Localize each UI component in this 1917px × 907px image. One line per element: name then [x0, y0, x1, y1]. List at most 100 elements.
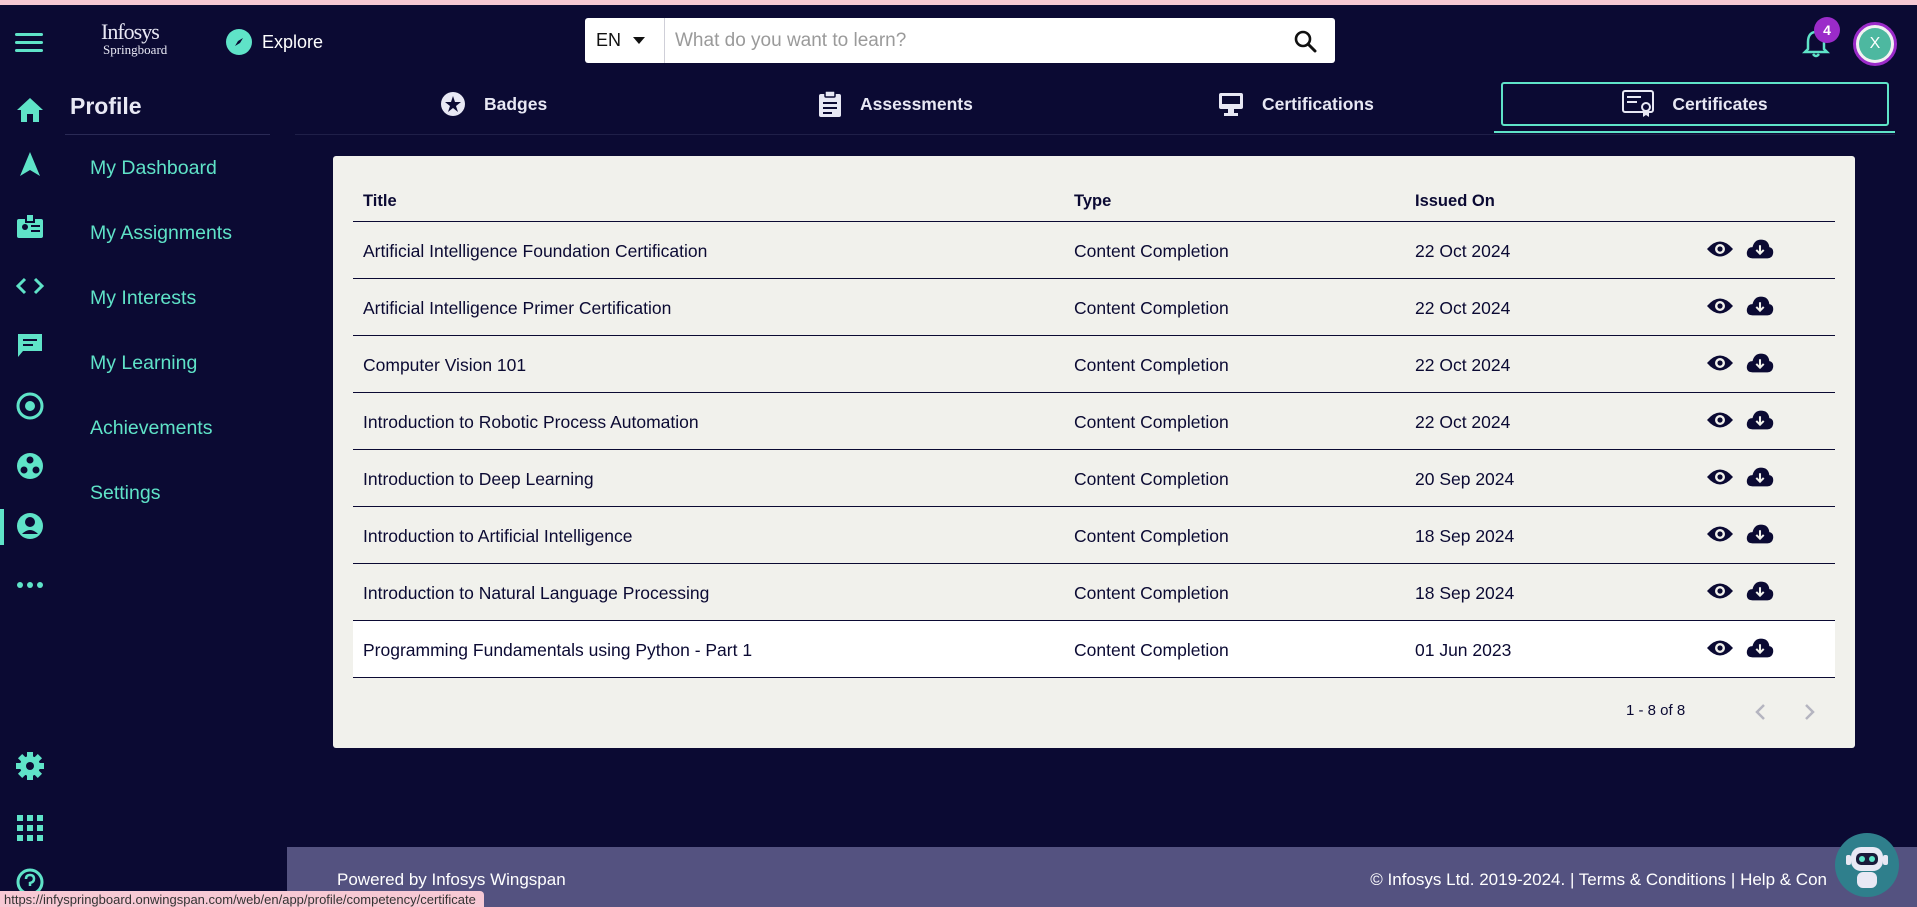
row-actions [1706, 464, 1774, 490]
navigate-icon[interactable] [0, 139, 60, 189]
view-icon[interactable] [1706, 521, 1734, 547]
sidebar-item-my-dashboard[interactable]: My Dashboard [90, 157, 217, 180]
table-row[interactable]: Artificial Intelligence Foundation Certi… [353, 222, 1835, 279]
table-row[interactable]: Introduction to Robotic Process Automati… [353, 393, 1835, 450]
icon-rail [0, 85, 60, 907]
view-icon[interactable] [1706, 236, 1734, 262]
compass-icon [226, 29, 252, 55]
avatar-initial: X [1859, 28, 1891, 60]
explore-label: Explore [262, 31, 324, 52]
column-header-type[interactable]: Type [1074, 192, 1111, 211]
tabs-divider [295, 134, 1895, 135]
download-icon[interactable] [1746, 293, 1774, 319]
download-icon[interactable] [1746, 407, 1774, 433]
badge-icon[interactable] [0, 201, 60, 251]
sidebar-item-my-interests[interactable]: My Interests [90, 287, 196, 310]
row-actions [1706, 236, 1774, 262]
row-type: Content Completion [1074, 241, 1229, 261]
view-icon[interactable] [1706, 578, 1734, 604]
chatbot-icon[interactable] [1835, 833, 1899, 897]
avatar[interactable]: X [1853, 22, 1897, 66]
community-icon[interactable] [0, 441, 60, 491]
download-icon[interactable] [1746, 464, 1774, 490]
column-header-issued-on[interactable]: Issued On [1415, 192, 1495, 211]
row-type: Content Completion [1074, 469, 1229, 489]
menu-icon[interactable] [15, 33, 43, 53]
help-link[interactable]: Help & Con [1740, 870, 1827, 889]
terms-link[interactable]: Terms & Conditions [1579, 870, 1726, 889]
tab-certificates[interactable]: Certificates [1501, 82, 1889, 126]
view-icon[interactable] [1706, 293, 1734, 319]
previous-page-icon[interactable] [1748, 700, 1772, 724]
table-row[interactable]: Computer Vision 101 Content Completion 22 … [353, 336, 1835, 393]
table-row[interactable]: Introduction to Artificial Intelligence C… [353, 507, 1835, 564]
search-input[interactable] [665, 18, 1275, 63]
pagination-range: 1 - 8 of 8 [1626, 702, 1686, 719]
tab-badges[interactable]: Badges [440, 82, 547, 126]
logo-line2: Springboard [103, 42, 168, 57]
row-title[interactable]: Introduction to Natural Language Process… [363, 583, 709, 604]
search-icon[interactable] [1275, 18, 1335, 63]
view-icon[interactable] [1706, 635, 1734, 661]
profile-title: Profile [70, 93, 142, 119]
row-issued-on: 18 Sep 2024 [1415, 583, 1515, 603]
apps-grid-icon[interactable] [0, 803, 60, 853]
settings-icon[interactable] [0, 741, 60, 791]
more-icon[interactable] [0, 560, 60, 610]
copyright-text: © Infosys Ltd. 2019-2024. [1370, 870, 1566, 889]
star-badge-icon [441, 92, 465, 116]
sidebar-item-my-assignments[interactable]: My Assignments [90, 222, 232, 245]
column-header-title[interactable]: Title [363, 192, 397, 211]
active-tab-underline [1494, 131, 1895, 133]
row-type: Content Completion [1074, 583, 1229, 603]
tab-label: Certificates [1672, 93, 1768, 114]
tab-certifications[interactable]: Certifications [1218, 82, 1374, 126]
top-header: Infosys Springboard Explore EN 4 X [0, 5, 1917, 77]
row-type: Content Completion [1074, 526, 1229, 546]
row-title[interactable]: Artificial Intelligence Primer Certifica… [363, 298, 671, 319]
sidebar-item-achievements[interactable]: Achievements [90, 417, 212, 440]
download-icon[interactable] [1746, 521, 1774, 547]
row-actions [1706, 635, 1774, 661]
chat-icon[interactable] [0, 320, 60, 370]
row-title[interactable]: Computer Vision 101 [363, 355, 526, 376]
sidebar-divider [65, 134, 270, 135]
view-icon[interactable] [1706, 407, 1734, 433]
table-header: Title Type Issued On [353, 178, 1835, 222]
explore-button[interactable]: Explore [226, 29, 323, 55]
home-icon[interactable] [0, 85, 60, 135]
tab-assessments[interactable]: Assessments [818, 82, 973, 126]
profile-icon[interactable] [0, 501, 60, 551]
row-title[interactable]: Introduction to Robotic Process Automati… [363, 412, 699, 433]
download-icon[interactable] [1746, 350, 1774, 376]
row-title[interactable]: Programming Fundamentals using Python - … [363, 640, 752, 661]
code-icon[interactable] [0, 261, 60, 311]
table-row[interactable]: Introduction to Natural Language Process… [353, 564, 1835, 621]
download-icon[interactable] [1746, 635, 1774, 661]
download-icon[interactable] [1746, 236, 1774, 262]
row-title[interactable]: Introduction to Artificial Intelligence [363, 526, 632, 547]
row-issued-on: 22 Oct 2024 [1415, 412, 1511, 432]
sidebar-item-my-learning[interactable]: My Learning [90, 352, 197, 375]
chevron-down-icon [633, 36, 646, 44]
tab-label: Assessments [860, 93, 973, 114]
target-icon[interactable] [0, 381, 60, 431]
download-icon[interactable] [1746, 578, 1774, 604]
language-select[interactable]: EN [585, 18, 665, 63]
infosys-springboard-logo[interactable]: Infosys Springboard [101, 21, 168, 57]
row-title[interactable]: Artificial Intelligence Foundation Certi… [363, 241, 707, 262]
row-type: Content Completion [1074, 355, 1229, 375]
view-icon[interactable] [1706, 350, 1734, 376]
next-page-icon[interactable] [1798, 700, 1822, 724]
footer: Powered by Infosys Wingspan © Infosys Lt… [287, 847, 1917, 907]
table-row[interactable]: Artificial Intelligence Primer Certifica… [353, 279, 1835, 336]
row-type: Content Completion [1074, 298, 1229, 318]
monitor-icon [1219, 93, 1243, 116]
sidebar-item-settings[interactable]: Settings [90, 482, 160, 505]
footer-separator: | [1726, 870, 1741, 889]
status-bar-url: https://infyspringboard.onwingspan.com/w… [0, 891, 484, 907]
table-row[interactable]: Programming Fundamentals using Python - … [353, 621, 1835, 678]
row-title[interactable]: Introduction to Deep Learning [363, 469, 594, 490]
table-row[interactable]: Introduction to Deep Learning Content Com… [353, 450, 1835, 507]
view-icon[interactable] [1706, 464, 1734, 490]
